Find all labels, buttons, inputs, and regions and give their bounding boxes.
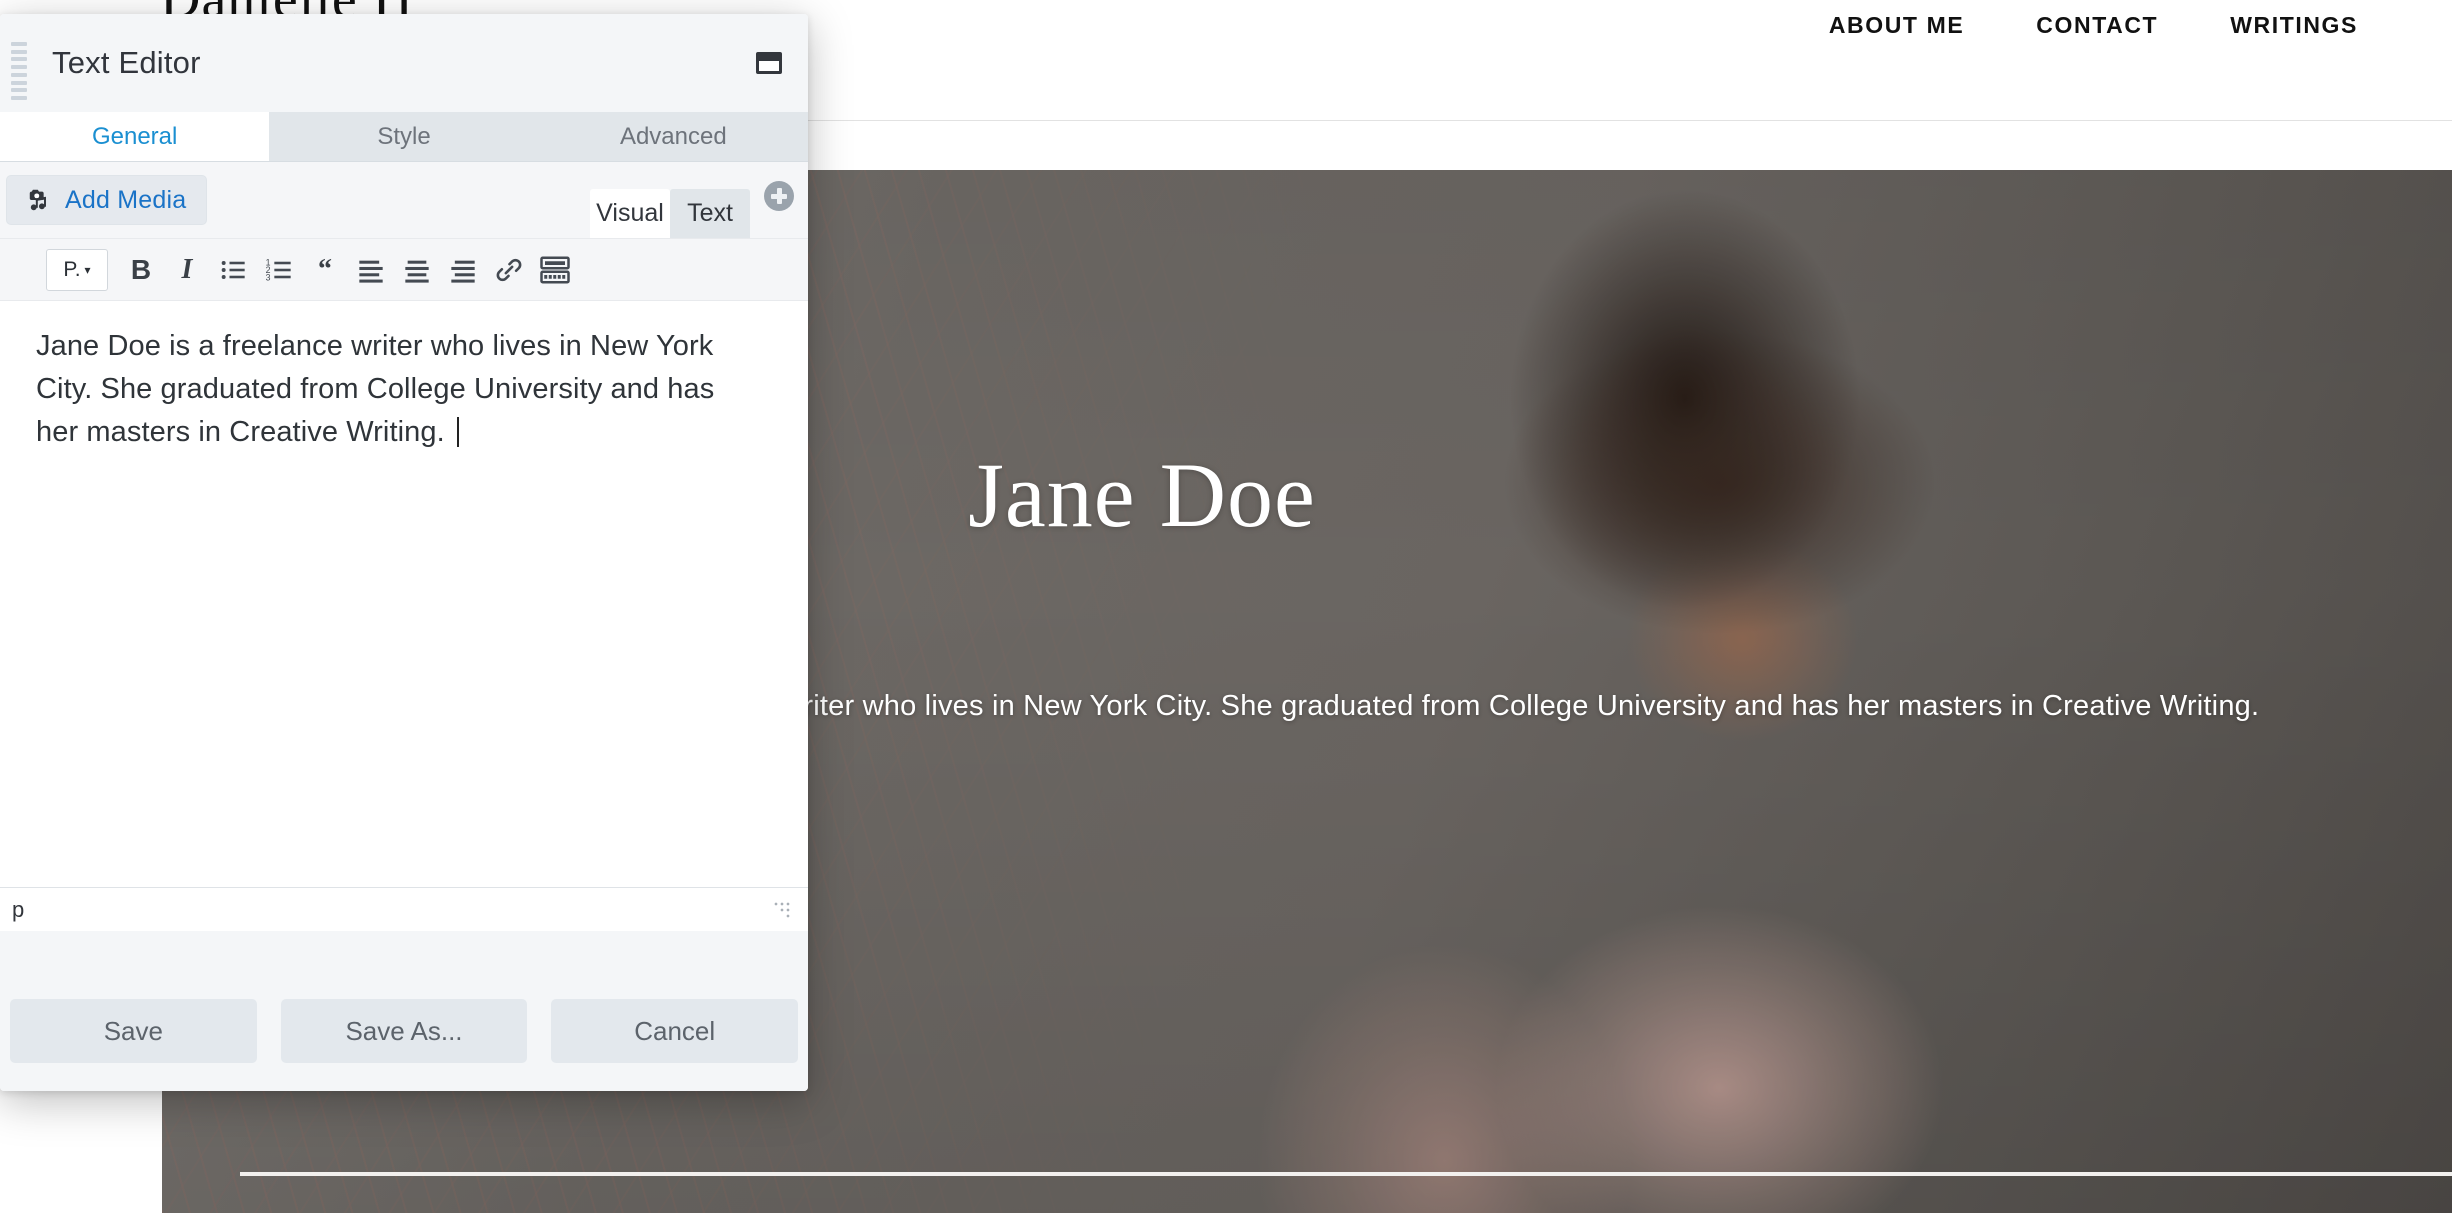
bulleted-list-icon xyxy=(219,256,247,284)
bold-button[interactable]: B xyxy=(120,249,162,291)
resize-grip-icon[interactable] xyxy=(774,901,790,918)
nav-item-writings[interactable]: WRITINGS xyxy=(2226,6,2362,45)
bulleted-list-button[interactable] xyxy=(212,249,254,291)
editor-status-bar: p xyxy=(0,887,808,931)
hero-divider xyxy=(240,1172,2452,1176)
editor-format-toolbar: P. ▾ B I 1 2 3 “ xyxy=(0,238,808,300)
dialog-tabs: General Style Advanced xyxy=(0,112,808,162)
editor-content: Jane Doe is a freelance writer who lives… xyxy=(36,325,716,454)
mode-tab-visual[interactable]: Visual xyxy=(590,189,670,238)
chevron-down-icon: ▾ xyxy=(84,262,91,277)
toolbar-toggle-button[interactable] xyxy=(534,249,576,291)
save-as-button[interactable]: Save As... xyxy=(280,999,528,1063)
editor-media-row: Add Media Visual Text xyxy=(0,162,808,238)
camera-music-icon xyxy=(23,186,51,214)
tab-style[interactable]: Style xyxy=(269,112,538,161)
numbered-list-icon: 1 2 3 xyxy=(265,256,293,284)
keyboard-toolbar-icon xyxy=(540,256,570,284)
nav-item-about-me[interactable]: ABOUT ME xyxy=(1825,6,1968,45)
cancel-button[interactable]: Cancel xyxy=(551,999,799,1063)
nav-item-contact[interactable]: CONTACT xyxy=(2032,6,2162,45)
align-center-button[interactable] xyxy=(396,249,438,291)
dialog-footer: Save Save As... Cancel xyxy=(0,931,808,1091)
site-nav: ABOUT ME CONTACT WRITINGS xyxy=(1825,6,2362,45)
text-cursor xyxy=(456,416,459,447)
italic-icon: I xyxy=(181,253,193,285)
add-media-label: Add Media xyxy=(65,185,187,214)
bold-icon: B xyxy=(130,253,152,285)
dialog-header-actions xyxy=(756,52,782,74)
add-media-button[interactable]: Add Media xyxy=(6,175,208,225)
italic-button[interactable]: I xyxy=(166,249,208,291)
link-icon xyxy=(494,255,524,285)
dialog-header[interactable]: Text Editor xyxy=(0,14,808,112)
paragraph-format-label: P. xyxy=(63,257,81,281)
editor-mode-tabs: Visual Text xyxy=(590,162,750,238)
tab-general[interactable]: General xyxy=(0,112,270,161)
tab-advanced[interactable]: Advanced xyxy=(539,112,808,161)
blockquote-icon: “ xyxy=(318,253,332,285)
editor-text-area[interactable]: Jane Doe is a freelance writer who lives… xyxy=(0,300,808,887)
text-editor-dialog: Text Editor General Style Advanced Add M… xyxy=(0,14,808,1091)
window-restore-icon[interactable] xyxy=(756,52,782,74)
plus-circle-icon[interactable] xyxy=(764,181,794,211)
align-center-icon xyxy=(403,256,431,284)
paragraph-format-select[interactable]: P. ▾ xyxy=(46,248,108,291)
blockquote-button[interactable]: “ xyxy=(304,249,346,291)
drag-grip-icon[interactable] xyxy=(11,42,27,100)
align-left-icon xyxy=(357,256,385,284)
numbered-list-button[interactable]: 1 2 3 xyxy=(258,249,300,291)
svg-text:3: 3 xyxy=(266,272,271,282)
align-left-button[interactable] xyxy=(350,249,392,291)
save-button[interactable]: Save xyxy=(10,999,257,1063)
editor-content-text: Jane Doe is a freelance writer who lives… xyxy=(36,330,715,448)
dialog-title: Text Editor xyxy=(52,45,201,80)
element-path: p xyxy=(12,896,25,922)
editor-wrapper: Add Media Visual Text P. ▾ B I 1 2 3 “ J… xyxy=(0,162,808,931)
mode-tab-text[interactable]: Text xyxy=(670,189,750,238)
align-right-button[interactable] xyxy=(442,249,484,291)
insert-link-button[interactable] xyxy=(488,249,530,291)
align-right-icon xyxy=(449,256,477,284)
